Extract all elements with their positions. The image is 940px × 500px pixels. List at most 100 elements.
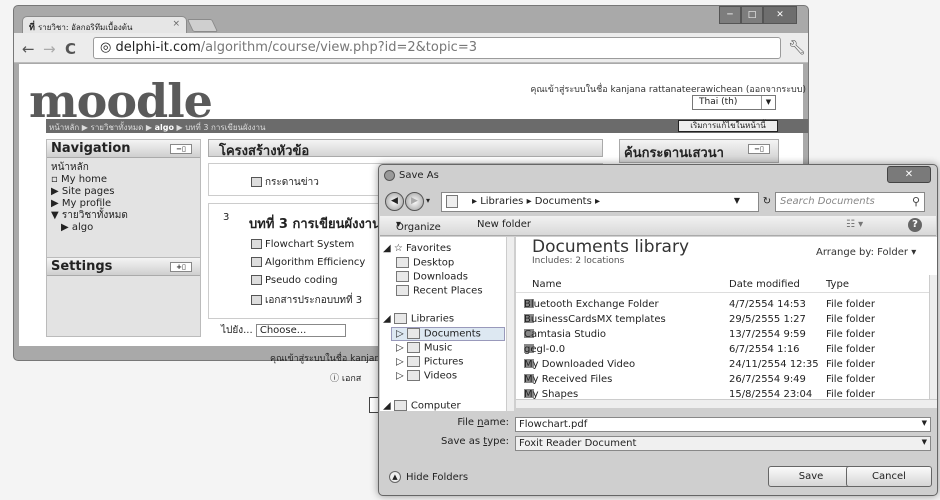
login-info[interactable]: คุณเข้าสู่ระบบในชื่อ kanjana rattanateer…: [380, 82, 806, 96]
chevron-down-icon[interactable]: ▼: [734, 196, 740, 205]
nav-item-courses[interactable]: ▼ รายวิชาทั้งหมด: [47, 210, 200, 222]
info-icon: ⓘ: [330, 374, 342, 384]
footer-doc-link[interactable]: ⓘ เอกส: [330, 371, 361, 385]
tree-libraries[interactable]: ◢ Libraries: [383, 313, 454, 325]
browser-toolbar: ← → C ◎ delphi-it.com/algorithm/course/v…: [14, 33, 808, 63]
file-row[interactable]: BusinessCardsMX templates 29/5/2555 1:27 F…: [516, 314, 929, 327]
url-bar[interactable]: ◎ delphi-it.com/algorithm/course/view.ph…: [93, 37, 781, 59]
activity-link[interactable]: Algorithm Efficiency: [251, 257, 365, 268]
file-row[interactable]: gegl-0.0 6/7/2554 1:16 File folder: [516, 344, 929, 357]
back-icon[interactable]: ←: [22, 40, 35, 58]
chevron-down-icon: ▼: [921, 419, 927, 427]
view-options-icon[interactable]: ☷ ▾: [846, 219, 863, 230]
tree-computer[interactable]: ◢ Computer: [383, 400, 461, 412]
help-icon[interactable]: ?: [908, 218, 922, 232]
file-row[interactable]: Camtasia Studio 13/7/2554 9:59 File folder: [516, 329, 929, 342]
nav-item-algo[interactable]: ▶ algo: [47, 222, 200, 234]
crumb-course[interactable]: algo: [155, 123, 174, 132]
dialog-close-icon[interactable]: ✕: [887, 166, 931, 183]
tree-pictures[interactable]: ▷ Pictures: [396, 356, 463, 368]
activity-link[interactable]: Pseudo coding: [251, 275, 338, 286]
horizontal-scrollbar[interactable]: [516, 399, 937, 408]
file-type-cell: File folder: [826, 329, 875, 340]
tree-recent[interactable]: Recent Places: [396, 285, 483, 297]
folder-path[interactable]: ▸ Libraries ▸ Documents ▸ ▼: [441, 192, 759, 212]
back-icon[interactable]: ◀: [385, 192, 404, 211]
column-name[interactable]: Name: [532, 279, 562, 290]
save-button[interactable]: Save: [768, 466, 854, 487]
language-value: Thai (th): [699, 97, 738, 107]
file-row[interactable]: My Received Files 26/7/2554 9:49 File fold…: [516, 374, 929, 387]
documents-icon: [406, 328, 420, 339]
file-type-cell: File folder: [826, 359, 875, 370]
tree-scrollbar[interactable]: [506, 237, 514, 411]
recent-places-icon: [396, 285, 409, 296]
file-list-scrollbar[interactable]: [929, 275, 937, 405]
dialog-title: Save As: [399, 170, 439, 181]
file-date-cell: 29/5/2555 1:27: [729, 314, 806, 325]
crumb-courses[interactable]: รายวิชาทั้งหมด: [91, 123, 144, 132]
expand-arrow-icon: ▷: [396, 356, 407, 368]
activity-link[interactable]: เอกสารประกอบบทที่ 3: [251, 293, 362, 308]
file-name-input[interactable]: Flowchart.pdf ▼: [515, 417, 931, 432]
wrench-icon[interactable]: 🔧︎: [788, 40, 806, 56]
cancel-button[interactable]: Cancel: [846, 466, 932, 487]
tree-downloads[interactable]: Downloads: [396, 271, 468, 283]
file-row[interactable]: Bluetooth Exchange Folder 4/7/2554 14:53 F…: [516, 299, 929, 312]
path-libraries[interactable]: Libraries: [480, 196, 523, 207]
column-type[interactable]: Type: [826, 279, 849, 290]
reload-icon[interactable]: C: [65, 40, 76, 58]
forward-icon[interactable]: →: [43, 40, 56, 58]
news-forum-link[interactable]: กระดานข่าว: [251, 175, 319, 190]
collapse-arrow-icon: ▼: [51, 210, 62, 221]
hide-folders-button[interactable]: ▲ Hide Folders: [389, 471, 468, 483]
edit-page-button[interactable]: เริ่มการแก้ไขในหน้านี้: [678, 120, 778, 132]
new-folder-button[interactable]: New folder: [477, 219, 531, 230]
libraries-icon: [393, 313, 407, 324]
close-icon[interactable]: ✕: [763, 6, 797, 24]
search-forums-block: ค้นกระดานเสวนา −▯: [619, 139, 779, 163]
organize-button[interactable]: Organize ▾: [396, 219, 441, 233]
browser-tab[interactable]: ที่ รายวิชา: อัลกอริทึมเบื้องต้น ×: [22, 16, 187, 33]
course-format-heading: โครงสร้างหัวข้อ: [208, 139, 603, 159]
refresh-icon[interactable]: ↻: [759, 192, 775, 212]
search-input[interactable]: Search Documents ⚲: [775, 192, 925, 212]
tree-favorites[interactable]: ◢ ☆ Favorites: [383, 243, 451, 254]
pdf-icon: [251, 239, 262, 249]
tree-music[interactable]: ▷ Music: [396, 342, 452, 354]
block-toggle-icon[interactable]: +▯: [170, 262, 192, 272]
settings-heading: Settings +▯: [47, 258, 200, 276]
forward-icon[interactable]: ▶: [405, 192, 424, 211]
tab-title: รายวิชา: อัลกอริทึมเบื้องต้น: [37, 23, 133, 32]
block-toggle-icon[interactable]: −▯: [748, 144, 770, 154]
videos-icon: [406, 370, 420, 381]
new-tab-button[interactable]: [186, 19, 219, 32]
tree-documents[interactable]: ▷ Documents: [396, 328, 481, 340]
arrange-by: Arrange by: Folder ▾: [816, 247, 917, 258]
activity-link[interactable]: Flowchart System: [251, 239, 354, 250]
library-icon: [446, 195, 458, 208]
history-dropdown-icon[interactable]: ▾: [426, 196, 430, 205]
tab-close-icon[interactable]: ×: [172, 19, 180, 29]
block-toggle-icon[interactable]: −▯: [170, 144, 192, 154]
search-icon: ⚲: [911, 195, 920, 208]
nav-item-myhome[interactable]: ▫ My home: [47, 174, 200, 186]
nav-item-sitepages[interactable]: ▶ Site pages: [47, 186, 200, 198]
path-documents[interactable]: Documents: [535, 196, 592, 207]
column-date[interactable]: Date modified: [729, 279, 800, 290]
tree-desktop[interactable]: Desktop: [396, 257, 454, 269]
save-type-select[interactable]: Foxit Reader Document ▼: [515, 436, 931, 451]
tree-videos[interactable]: ▷ Videos: [396, 370, 457, 382]
minimize-icon[interactable]: ─: [719, 6, 741, 24]
nav-item-profile[interactable]: ▶ My profile: [47, 198, 200, 210]
file-date-cell: 13/7/2554 9:59: [729, 329, 806, 340]
arrange-by-select[interactable]: Folder ▾: [877, 247, 916, 258]
file-date-cell: 4/7/2554 14:53: [729, 299, 806, 310]
file-type-cell: File folder: [826, 374, 875, 385]
language-select[interactable]: Thai (th) ▼: [692, 95, 776, 110]
file-row[interactable]: My Downloaded Video 24/11/2554 12:35 File …: [516, 359, 929, 372]
crumb-home[interactable]: หน้าหลัก: [49, 123, 79, 132]
jump-select[interactable]: Choose...: [255, 323, 346, 337]
maximize-icon[interactable]: □: [741, 6, 763, 24]
nav-item-home[interactable]: หน้าหลัก: [47, 162, 200, 174]
